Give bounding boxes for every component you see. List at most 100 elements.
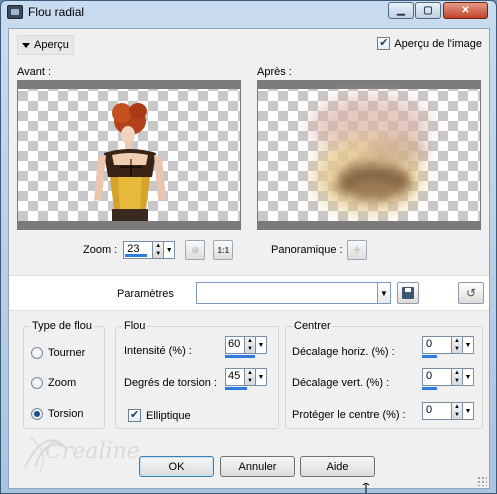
title-bar[interactable]: Flou radial ▁ ▢ ✕ [1,1,496,25]
protect-center-input[interactable]: 0 [422,402,452,420]
intensity-spinner[interactable]: 60 ▲ ▼ ▼ [225,336,267,354]
spin-down-icon[interactable]: ▼ [153,250,163,258]
twist-level-bar [225,387,247,390]
twist-value: 45 [228,370,241,382]
chevron-down-icon: ▼ [464,373,472,381]
protect-center-dropdown-button[interactable]: ▼ [463,402,474,420]
twist-dropdown-button[interactable]: ▼ [256,368,267,386]
actual-size-icon: 1:1 [217,245,230,255]
triangle-down-icon [22,42,30,48]
app-icon [7,5,23,19]
blurred-image [310,96,430,214]
close-button[interactable]: ✕ [443,2,488,19]
protect-center-label: Protéger le centre (%) : [292,409,406,421]
spin-up-icon[interactable]: ▲ [153,242,163,250]
chevron-down-icon: ▼ [257,341,265,349]
radio-zoom-label: Zoom [48,377,77,389]
chevron-down-icon: ▼ [165,246,173,254]
watermark-text: Crealine [45,439,140,464]
vert-offset-value: 0 [426,370,433,382]
save-icon [402,287,414,299]
horiz-offset-dropdown-button[interactable]: ▼ [463,336,474,354]
minimize-icon: ▁ [397,5,405,16]
zoom-label: Zoom : [83,244,118,256]
twist-label: Degrés de torsion : [124,377,217,389]
spin-up-icon[interactable]: ▲ [452,403,462,411]
spin-down-icon[interactable]: ▼ [245,377,255,385]
maximize-button[interactable]: ▢ [415,2,441,19]
zoom-spinner[interactable]: 23 ▲ ▼ ▼ [123,241,176,259]
parameters-label: Paramètres [117,288,174,300]
dialog-client: Aperçu Aperçu de l'image Avant : Après : [8,28,490,489]
intensity-input[interactable]: 60 [225,336,245,354]
ok-button[interactable]: OK [139,456,214,477]
chevron-down-icon: ▼ [464,341,472,349]
horiz-offset-value: 0 [426,338,433,350]
spin-down-icon[interactable]: ▼ [452,411,462,419]
vert-offset-input[interactable]: 0 [422,368,452,386]
after-preview[interactable] [257,80,481,230]
zoom-fit-button[interactable]: ⊕ [185,240,206,260]
close-icon: ✕ [461,5,470,16]
zoom-actual-size-button[interactable]: 1:1 [213,240,234,260]
zoom-stepper[interactable]: ▲ ▼ [153,241,165,259]
preview-on-image-option[interactable]: Aperçu de l'image [377,36,482,50]
spin-down-icon[interactable]: ▼ [245,345,255,353]
reset-icon: ↺ [465,286,477,300]
protect-center-stepper[interactable]: ▲ ▼ [452,402,463,420]
spin-up-icon[interactable]: ▲ [245,337,255,345]
portrait-image [94,103,166,223]
pan-icon: ✛ [353,244,361,255]
vert-offset-stepper[interactable]: ▲ ▼ [452,368,463,386]
spin-down-icon[interactable]: ▼ [452,377,462,385]
preview-toggle[interactable]: Aperçu [17,35,74,55]
reset-button[interactable]: ↺ [458,282,484,304]
spin-down-icon[interactable]: ▼ [452,345,462,353]
chevron-down-icon: ▼ [257,373,265,381]
before-preview[interactable] [17,80,241,230]
zoom-dropdown-button[interactable]: ▼ [164,241,176,259]
horiz-offset-input[interactable]: 0 [422,336,452,354]
fit-icon: ⊕ [191,244,199,255]
spin-up-icon[interactable]: ▲ [452,337,462,345]
twist-input[interactable]: 45 [225,368,245,386]
preview-on-image-checkbox[interactable] [377,36,391,50]
save-preset-button[interactable] [397,282,419,304]
intensity-dropdown-button[interactable]: ▼ [256,336,267,354]
vert-offset-spinner[interactable]: 0 ▲ ▼ ▼ [422,368,474,386]
horiz-offset-spinner[interactable]: 0 ▲ ▼ ▼ [422,336,474,354]
resize-grip[interactable] [477,476,487,486]
pan-button[interactable]: ✛ [347,240,367,260]
twist-stepper[interactable]: ▲ ▼ [245,368,256,386]
intensity-stepper[interactable]: ▲ ▼ [245,336,256,354]
window-title: Flou radial [28,5,85,19]
vert-offset-dropdown-button[interactable]: ▼ [463,368,474,386]
zoom-input[interactable]: 23 [123,241,154,259]
help-button[interactable]: Aide [300,456,375,477]
before-label: Avant : [17,66,52,78]
after-label: Après : [257,66,292,78]
intensity-label: Intensité (%) : [124,345,192,357]
radio-zoom[interactable]: Zoom [31,377,76,389]
minimize-button[interactable]: ▁ [388,2,414,19]
twist-spinner[interactable]: 45 ▲ ▼ ▼ [225,368,267,386]
center-title: Centrer [292,320,333,332]
preview-frame-bottom [258,221,480,229]
radio-rotate-label: Tourner [48,347,86,359]
elliptical-label: Elliptique [146,409,191,422]
mouse-cursor-icon [362,483,370,493]
radio-rotate[interactable]: Tourner [31,347,85,359]
spin-up-icon[interactable]: ▲ [245,369,255,377]
horiz-offset-stepper[interactable]: ▲ ▼ [452,336,463,354]
spin-up-icon[interactable]: ▲ [452,369,462,377]
maximize-icon: ▢ [423,5,433,16]
preview-toggle-label: Aperçu [34,39,69,51]
parameters-dropdown-button[interactable]: ▼ [377,283,390,303]
protect-center-spinner[interactable]: 0 ▲ ▼ ▼ [422,402,474,420]
radio-rotate-button[interactable] [31,347,43,359]
chevron-down-icon: ▼ [464,407,472,415]
cancel-button[interactable]: Annuler [220,456,295,477]
radio-zoom-button[interactable] [31,377,43,389]
parameters-combo[interactable]: ▼ [196,282,391,304]
blur-title: Flou [122,320,148,332]
